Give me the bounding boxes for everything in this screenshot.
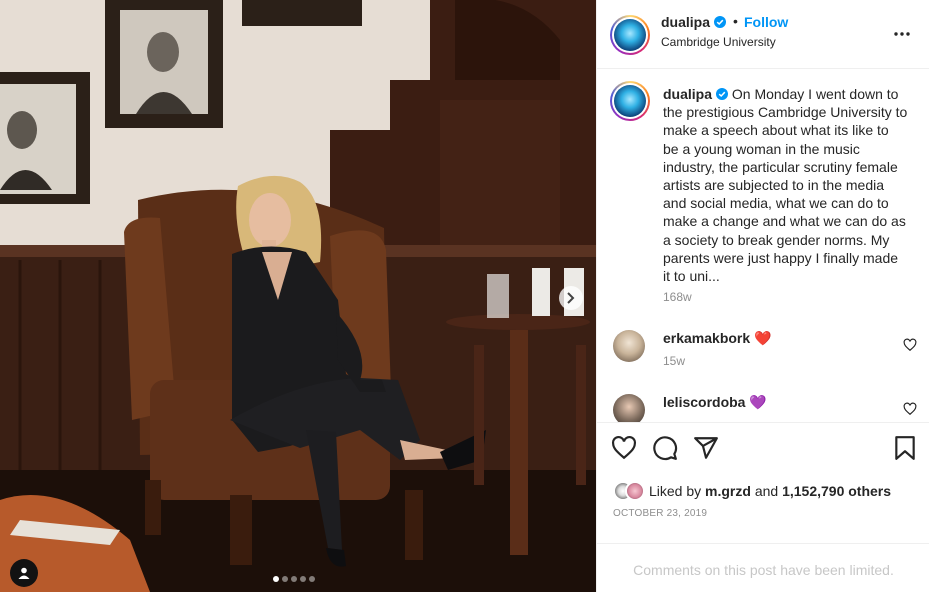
comment-username-text[interactable]: leliscordoba <box>663 394 745 410</box>
comment-icon[interactable] <box>652 435 678 461</box>
heart-icon[interactable] <box>611 435 637 461</box>
carousel-dot <box>300 576 306 582</box>
more-options-icon[interactable] <box>893 26 913 42</box>
comment-text: 💜 <box>749 394 767 410</box>
likes-text: Liked by m.grzd and 1,152,790 others <box>649 483 891 499</box>
author-username-text[interactable]: dualipa <box>661 14 710 30</box>
caption-body: On Monday I went down to the prestigious… <box>663 86 908 285</box>
carousel-dot <box>273 576 279 582</box>
comment-heart-icon[interactable] <box>903 402 917 416</box>
tagged-users-button[interactable] <box>10 559 38 587</box>
likes-count[interactable]: 1,152,790 others <box>782 483 891 499</box>
carousel-indicator <box>273 576 315 582</box>
next-slide-button[interactable] <box>559 286 583 310</box>
post-photo <box>0 0 596 592</box>
carousel-dot <box>282 576 288 582</box>
liker-username[interactable]: m.grzd <box>705 483 751 499</box>
user-tag-icon <box>18 567 30 579</box>
post-caption: dualipa On Monday I went down to the pre… <box>663 85 908 285</box>
likes-summary: Liked by m.grzd and 1,152,790 others <box>613 480 891 502</box>
comments-limited-notice: Comments on this post have been limited. <box>597 543 929 592</box>
comment-timestamp[interactable]: 15w <box>663 354 685 368</box>
post-header: dualipa • Follow Cambridge University <box>597 0 929 69</box>
post-sidebar: dualipa • Follow Cambridge University du… <box>596 0 929 592</box>
chevron-right-icon <box>567 292 575 304</box>
caption-username[interactable]: dualipa <box>663 86 712 102</box>
post-actions: Liked by m.grzd and 1,152,790 others OCT… <box>597 422 929 592</box>
comment-username[interactable]: erkamakbork ❤️ <box>663 330 772 347</box>
verified-icon <box>716 88 729 100</box>
comment-heart-icon[interactable] <box>903 338 917 352</box>
verified-icon <box>713 16 726 28</box>
comments-section[interactable]: dualipa On Monday I went down to the pre… <box>597 70 929 422</box>
author-username[interactable]: dualipa <box>661 14 726 30</box>
header-separator: • <box>733 13 738 29</box>
comment-username-text[interactable]: erkamakbork <box>663 330 750 346</box>
author-avatar[interactable] <box>610 15 650 55</box>
post-location[interactable]: Cambridge University <box>661 35 776 49</box>
likes-joiner: and <box>750 483 783 499</box>
caption-author-avatar[interactable] <box>610 81 650 121</box>
likes-prefix: Liked by <box>649 483 706 499</box>
post-date[interactable]: OCTOBER 23, 2019 <box>613 508 707 519</box>
comment-username[interactable]: leliscordoba 💜 <box>663 394 767 411</box>
follow-button[interactable]: Follow <box>744 14 788 30</box>
share-icon[interactable] <box>693 435 719 461</box>
caption-timestamp[interactable]: 168w <box>663 290 692 304</box>
liker-avatar[interactable] <box>625 481 645 501</box>
bookmark-icon[interactable] <box>892 435 918 461</box>
comment-text: ❤️ <box>754 330 772 346</box>
post-media[interactable] <box>0 0 596 592</box>
commenter-avatar[interactable] <box>613 330 645 362</box>
commenter-avatar[interactable] <box>613 394 645 422</box>
carousel-dot <box>309 576 315 582</box>
carousel-dot <box>291 576 297 582</box>
